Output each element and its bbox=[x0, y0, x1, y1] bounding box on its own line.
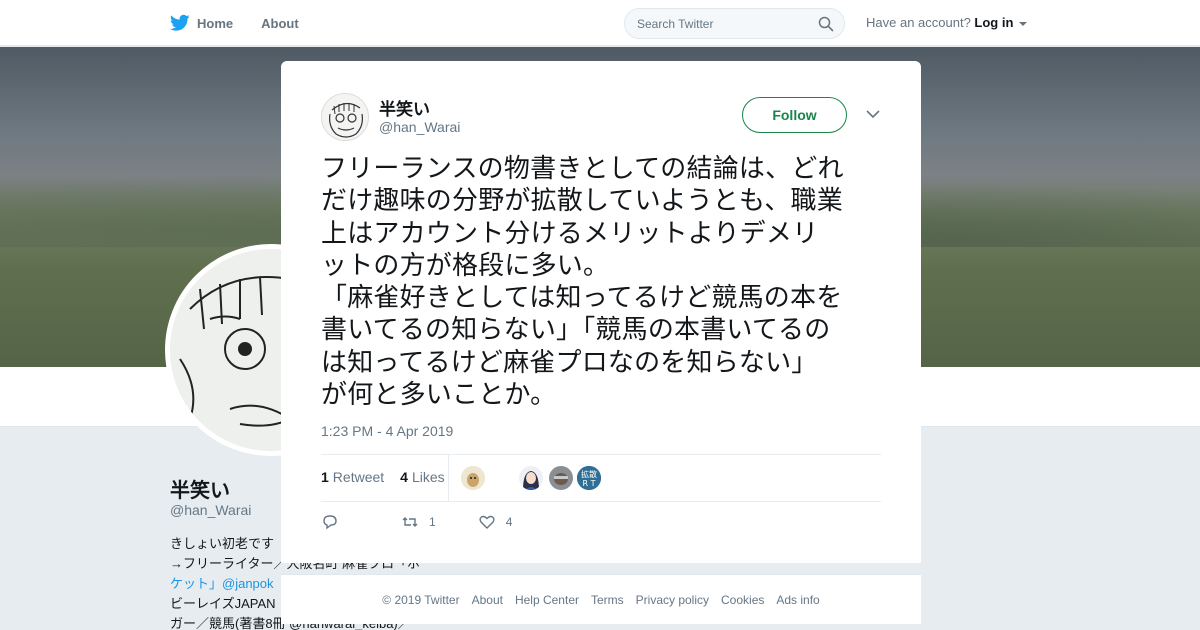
footer-ads-link[interactable]: Ads info bbox=[776, 593, 819, 607]
tweet-timestamp[interactable]: 1:23 PM - 4 Apr 2019 bbox=[321, 423, 453, 439]
likes-count-link[interactable]: 4 Likes bbox=[400, 469, 444, 485]
footer-cookies-link[interactable]: Cookies bbox=[721, 593, 764, 607]
liker-avatar-girl bbox=[519, 466, 543, 490]
liker-avatar[interactable]: 拡散 R T bbox=[577, 466, 601, 490]
tweet-text: フリーランスの物書きとしての結論は、どれ だけ趣味の分野が拡散していようとも、職… bbox=[321, 153, 891, 411]
author-avatar[interactable] bbox=[321, 93, 369, 141]
liker-avatar[interactable] bbox=[549, 466, 573, 490]
profile-handle: @han_Warai bbox=[170, 502, 252, 518]
reply-icon bbox=[323, 515, 337, 530]
tweet-actions: 1 4 bbox=[321, 513, 512, 531]
account-prompt: Have an account? bbox=[866, 15, 971, 30]
tweet-line: が何と多いことか。 bbox=[321, 380, 557, 411]
author-name[interactable]: 半笑い bbox=[379, 95, 430, 120]
liker-avatar[interactable] bbox=[519, 466, 543, 490]
caret-down-icon[interactable] bbox=[1019, 21, 1028, 26]
retweet-count-label: Retweet bbox=[332, 469, 385, 485]
author-handle[interactable]: @han_Warai bbox=[379, 119, 460, 135]
liker-avatar-photo bbox=[549, 466, 573, 490]
nav-about[interactable]: About bbox=[261, 16, 299, 31]
footer-about-link[interactable]: About bbox=[472, 593, 503, 607]
chevron-down-icon[interactable] bbox=[866, 109, 880, 119]
tweet-line: 「麻雀好きとしては知ってるけど競馬の本を bbox=[321, 283, 843, 314]
tweet-line: 書いてるの知らない」「競馬の本書いてるの bbox=[321, 315, 831, 346]
retweet-count: 1 bbox=[321, 469, 329, 485]
close-icon[interactable] bbox=[1155, 13, 1177, 35]
retweet-icon bbox=[402, 517, 418, 527]
retweet-button[interactable]: 1 bbox=[401, 513, 436, 531]
search-placeholder: Search Twitter bbox=[637, 16, 714, 31]
footer: © 2019 Twitter About Help Center Terms P… bbox=[281, 574, 921, 624]
svg-text:R T: R T bbox=[583, 479, 596, 488]
like-action-count: 4 bbox=[505, 515, 513, 529]
retweet-count-link[interactable]: 1 Retweet bbox=[321, 469, 384, 485]
nav-links: Home About bbox=[170, 0, 327, 46]
heart-icon bbox=[479, 515, 495, 529]
tweet-line: は知ってるけど麻雀プロなのを知らない」 bbox=[321, 347, 818, 378]
svg-text:拡散: 拡散 bbox=[581, 469, 597, 479]
tweet-line: フリーランスの物書きとしての結論は、どれ bbox=[321, 154, 844, 184]
divider bbox=[321, 454, 881, 455]
divider bbox=[321, 501, 881, 502]
account-menu: Have an account? Log in bbox=[866, 15, 1028, 30]
tweet-line: ットの方が格段に多い。 bbox=[321, 250, 610, 281]
tweet-stats: 1 Retweet 4 Likes bbox=[321, 469, 461, 485]
search-icon[interactable] bbox=[818, 16, 834, 32]
nav-home[interactable]: Home bbox=[170, 14, 233, 32]
footer-privacy-link[interactable]: Privacy policy bbox=[636, 593, 709, 607]
likes-count: 4 bbox=[400, 469, 408, 485]
tweet-line: だけ趣味の分野が拡散していようとも、職業 bbox=[321, 186, 843, 217]
login-link[interactable]: Log in bbox=[974, 15, 1013, 30]
footer-help-link[interactable]: Help Center bbox=[515, 593, 579, 607]
tweet-modal: 半笑い @han_Warai Follow フリーランスの物書きとしての結論は、… bbox=[281, 61, 921, 563]
liker-avatar-dog bbox=[461, 466, 485, 490]
twitter-bird-icon bbox=[170, 14, 190, 31]
likes-count-label: Likes bbox=[411, 469, 445, 485]
tweet-line: 上はアカウント分けるメリットよりデメリ bbox=[321, 218, 819, 249]
liker-avatar[interactable] bbox=[461, 466, 485, 490]
like-button[interactable]: 4 bbox=[478, 513, 513, 531]
top-nav: Home About Search Twitter Have an accoun… bbox=[0, 0, 1200, 46]
footer-terms-link[interactable]: Terms bbox=[591, 593, 624, 607]
search-input[interactable]: Search Twitter bbox=[624, 8, 845, 39]
author-avatar-sketch bbox=[322, 94, 368, 140]
follow-button[interactable]: Follow bbox=[742, 97, 847, 133]
footer-copyright: © 2019 Twitter bbox=[382, 592, 460, 607]
reply-button[interactable] bbox=[321, 513, 339, 531]
stats-divider bbox=[448, 455, 449, 501]
profile-name: 半笑い bbox=[170, 480, 230, 502]
retweet-action-count: 1 bbox=[429, 515, 436, 529]
liker-avatar-badge: 拡散 R T bbox=[577, 466, 601, 490]
nav-home-label: Home bbox=[197, 15, 234, 31]
